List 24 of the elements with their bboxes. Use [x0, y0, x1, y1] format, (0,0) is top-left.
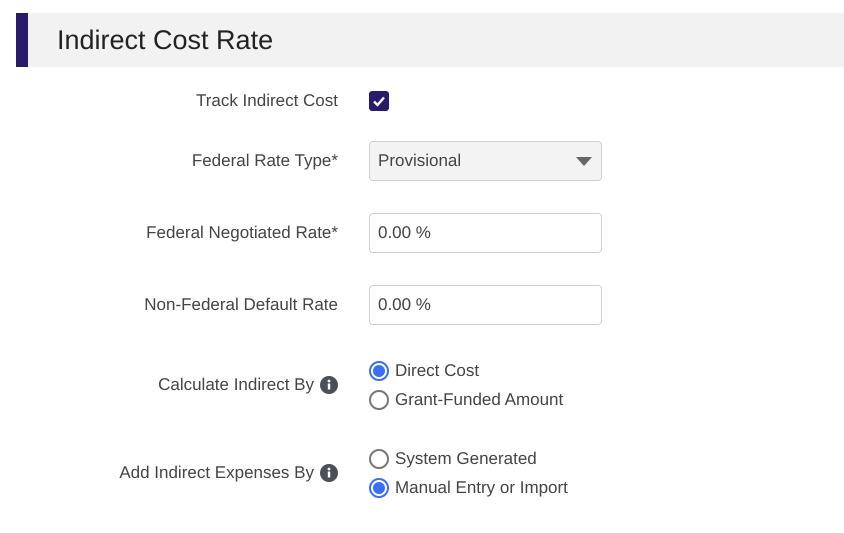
rate-type-dropdown[interactable]: Provisional — [369, 141, 602, 181]
section-title: Indirect Cost Rate — [57, 24, 274, 57]
check-icon — [372, 94, 386, 108]
radio-option[interactable]: Manual Entry or Import — [369, 473, 568, 502]
radio-button[interactable] — [369, 448, 389, 468]
radio-option[interactable]: Grant-Funded Amount — [369, 385, 564, 414]
rate-field[interactable]: 0.00 % — [369, 285, 602, 325]
radio-option[interactable]: Direct Cost — [369, 356, 564, 385]
checkbox[interactable] — [369, 91, 389, 111]
caret-icon — [576, 156, 592, 166]
field-label: Track Indirect Cost — [196, 90, 338, 112]
rate-field[interactable]: 0.00 % — [369, 213, 602, 253]
field-label: Calculate Indirect By — [158, 374, 314, 396]
field-label: Non-Federal Default Rate — [144, 294, 338, 316]
radio-button[interactable] — [369, 360, 389, 380]
field-label: Federal Rate Type* — [192, 150, 338, 172]
radio-button[interactable] — [369, 390, 389, 410]
radio-button[interactable] — [369, 478, 389, 498]
info-icon[interactable] — [320, 464, 338, 482]
field-label: Federal Negotiated Rate* — [146, 222, 338, 244]
info-icon[interactable] — [320, 376, 338, 394]
field-label: Add Indirect Expenses By — [119, 462, 314, 484]
radio-option[interactable]: System Generated — [369, 444, 568, 473]
dropdown-value: Provisional — [378, 150, 462, 172]
